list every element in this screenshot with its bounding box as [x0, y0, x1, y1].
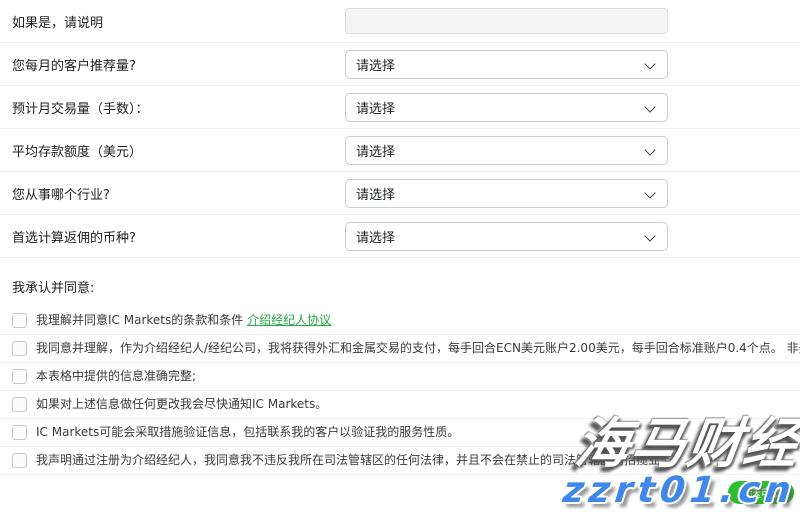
field-label: 预计月交易量（手数）：	[12, 98, 345, 117]
terms-checkbox[interactable]	[12, 313, 27, 328]
agreement-item-commission: 我同意并理解，作为介绍经纪人/经纪公司，我将获得外汇和金属交易的支付，每手回合E…	[0, 335, 800, 363]
chevron-down-icon	[644, 58, 655, 69]
form-row-average-deposit: 平均存款额度（美元） 请选择	[0, 129, 800, 172]
accurate-info-checkbox[interactable]	[12, 369, 27, 384]
ib-agreement-link[interactable]: 介绍经纪人协议	[247, 313, 331, 327]
form-row-rebate-currency: 首选计算返佣的币种? 请选择	[0, 215, 800, 258]
send-application-button[interactable]: 发送申请	[728, 481, 794, 504]
agreement-text: 我同意并理解，作为介绍经纪人/经纪公司，我将获得外汇和金属交易的支付，每手回合E…	[36, 341, 800, 356]
if-yes-explain-input[interactable]	[345, 8, 668, 34]
average-deposit-select[interactable]: 请选择	[345, 136, 668, 165]
agreement-text-part: 我理解并同意IC Markets的条款和条件	[36, 313, 247, 327]
chevron-down-icon	[644, 230, 655, 241]
field-label: 如果是，请说明	[12, 12, 345, 31]
form-row-monthly-volume: 预计月交易量（手数）： 请选择	[0, 86, 800, 129]
industry-select[interactable]: 请选择	[345, 179, 668, 208]
agreement-text: 我理解并同意IC Markets的条款和条件 介绍经纪人协议	[36, 313, 331, 328]
agreement-heading: 我承认并同意:	[0, 258, 800, 307]
select-value: 请选择	[356, 98, 395, 117]
chevron-down-icon	[644, 187, 655, 198]
select-value: 请选择	[356, 184, 395, 203]
rebate-currency-select[interactable]: 请选择	[345, 222, 668, 251]
agreement-text: 我声明通过注册为介绍经纪人，我同意我不违反我所在司法管辖区的任何法律，并且不会在…	[36, 453, 672, 468]
form-row-if-yes: 如果是，请说明	[0, 0, 800, 43]
agreement-item-jurisdiction: 我声明通过注册为介绍经纪人，我同意我不违反我所在司法管辖区的任何法律，并且不会在…	[0, 447, 800, 475]
select-value: 请选择	[356, 227, 395, 246]
agreement-text: 本表格中提供的信息准确完整;	[36, 369, 196, 384]
jurisdiction-checkbox[interactable]	[12, 453, 27, 468]
notify-changes-checkbox[interactable]	[12, 397, 27, 412]
select-value: 请选择	[356, 55, 395, 74]
agreement-item-notify-changes: 如果对上述信息做任何更改我会尽快通知IC Markets。	[0, 391, 800, 419]
field-label: 首选计算返佣的币种?	[12, 227, 345, 246]
agreement-text: IC Markets可能会采取措施验证信息，包括联系我的客户以验证我的服务性质。	[36, 425, 459, 440]
agreement-item-accurate-info: 本表格中提供的信息准确完整;	[0, 363, 800, 391]
monthly-volume-select[interactable]: 请选择	[345, 93, 668, 122]
verification-checkbox[interactable]	[12, 425, 27, 440]
chevron-down-icon	[644, 101, 655, 112]
chevron-down-icon	[644, 144, 655, 155]
monthly-referrals-select[interactable]: 请选择	[345, 50, 668, 79]
agreement-text: 如果对上述信息做任何更改我会尽快通知IC Markets。	[36, 397, 327, 412]
commission-checkbox[interactable]	[12, 341, 27, 356]
form-row-monthly-referrals: 您每月的客户推荐量? 请选择	[0, 43, 800, 86]
form-row-industry: 您从事哪个行业? 请选择	[0, 172, 800, 215]
field-label: 您从事哪个行业?	[12, 184, 345, 203]
field-label: 您每月的客户推荐量?	[12, 55, 345, 74]
field-label: 平均存款额度（美元）	[12, 141, 345, 160]
agreement-item-verification: IC Markets可能会采取措施验证信息，包括联系我的客户以验证我的服务性质。	[0, 419, 800, 447]
agreement-item-terms: 我理解并同意IC Markets的条款和条件 介绍经纪人协议	[0, 307, 800, 335]
submit-row: 发送申请	[0, 475, 800, 504]
select-value: 请选择	[356, 141, 395, 160]
